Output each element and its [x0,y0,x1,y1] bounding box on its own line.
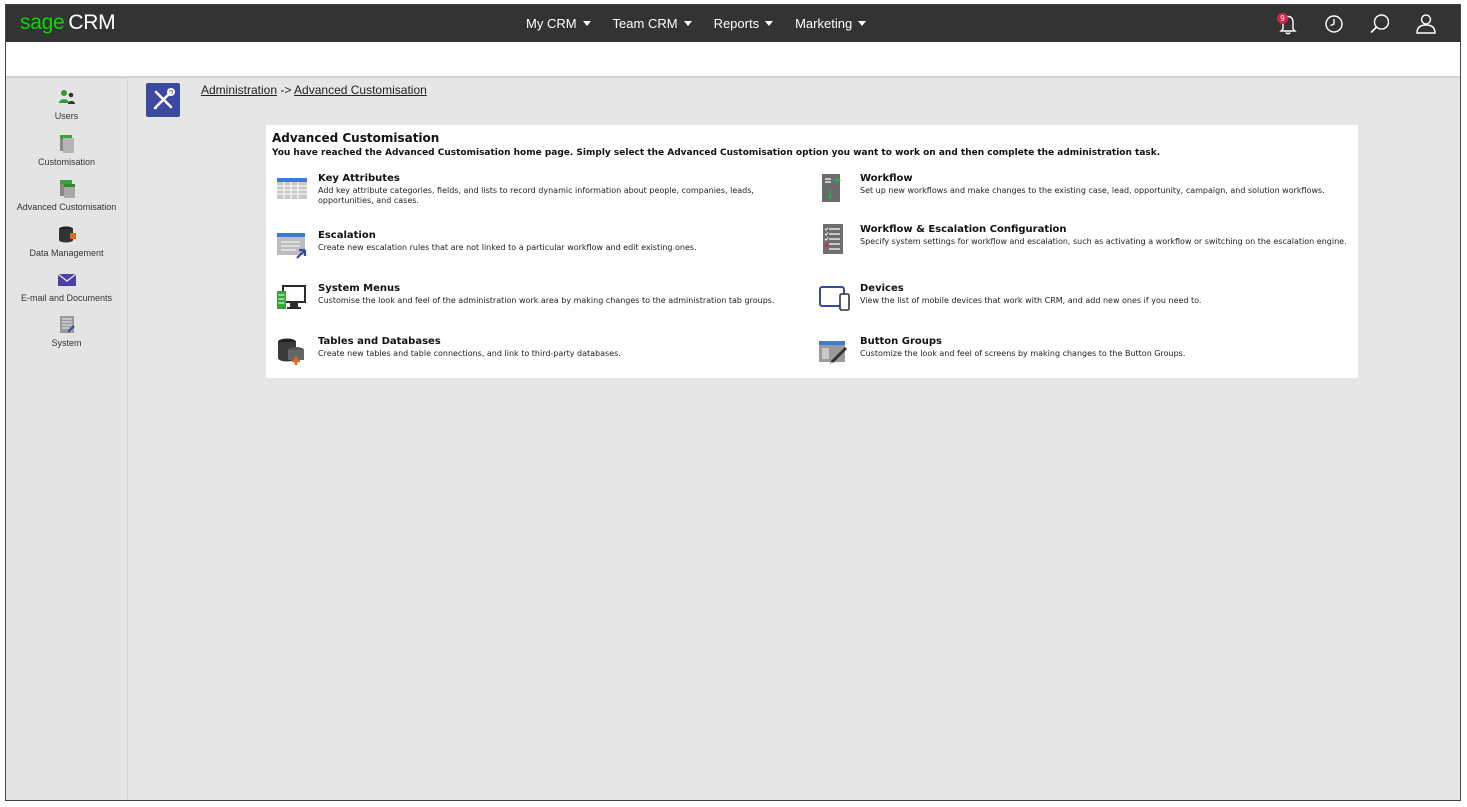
breadcrumb-administration-link[interactable]: Administration [201,83,277,97]
menu-label: Team CRM [612,16,678,31]
key-attributes-icon [277,178,307,199]
option-description: Specify system settings for workflow and… [860,237,1347,246]
top-nav-bar: sage CRM My CRM Team CRM Reports Marketin… [6,5,1460,42]
search-icon [1370,14,1390,34]
search-button[interactable] [1366,10,1394,38]
workflow-icon [822,174,842,202]
app-logo[interactable]: sage CRM [20,11,116,35]
logo-product: CRM [68,11,116,34]
menu-team-crm[interactable]: Team CRM [613,16,692,31]
sidebar-item-label: Advanced Customisation [16,202,117,212]
option-devices[interactable]: Devices View the list of mobile devices … [818,283,1358,319]
option-title: Workflow [860,173,913,184]
breadcrumb: Administration -> Advanced Customisation [201,83,427,97]
chevron-down-icon [683,21,692,26]
option-title: Devices [860,283,904,294]
sidebar-item-label: Customisation [37,157,96,167]
admin-sidebar: Users Customisation Advanced Customisati… [6,78,128,800]
menu-reports[interactable]: Reports [714,16,774,31]
system-icon [59,316,75,333]
sidebar-item-customisation[interactable]: Customisation [6,134,127,167]
option-description: Create new tables and table connections,… [318,349,621,358]
menu-label: My CRM [526,16,577,31]
sub-header-band [6,42,1460,78]
main-content: Administration -> Advanced Customisation… [128,78,1460,800]
panel-title: Advanced Customisation [272,131,440,145]
user-icon [1416,14,1436,34]
menu-label: Reports [713,16,760,31]
chevron-down-icon [765,21,774,26]
sidebar-item-data-management[interactable]: Data Management [6,225,127,258]
app-window: sage CRM My CRM Team CRM Reports Marketin… [5,4,1461,801]
notification-count-badge: 9 [1277,13,1288,24]
recent-button[interactable] [1320,10,1348,38]
sidebar-item-label: E-mail and Documents [20,293,113,303]
notifications-button[interactable]: 9 [1274,10,1302,38]
system-menus-icon [277,285,306,309]
sidebar-item-email-documents[interactable]: E-mail and Documents [6,270,127,303]
escalation-icon [277,233,307,259]
option-title: Workflow & Escalation Configuration [860,224,1067,235]
users-icon [58,90,75,104]
sidebar-item-advanced-customisation[interactable]: Advanced Customisation [6,179,127,212]
option-description: Customise the look and feel of the admin… [318,296,775,305]
option-description: Customize the look and feel of screens b… [860,349,1186,358]
tables-databases-icon [278,338,304,365]
chevron-down-icon [858,21,867,26]
option-description: Set up new workflows and make changes to… [860,186,1325,195]
option-escalation[interactable]: Escalation Create new escalation rules t… [276,230,786,266]
menu-my-crm[interactable]: My CRM [526,16,591,31]
option-system-menus[interactable]: System Menus Customise the look and feel… [276,283,806,319]
workflow-escalation-config-icon [823,224,843,254]
admin-tools-icon [146,83,180,117]
button-groups-icon [819,341,848,364]
option-key-attributes[interactable]: Key Attributes Add key attribute categor… [276,173,786,209]
menu-marketing[interactable]: Marketing [795,16,867,31]
customisation-icon [59,135,74,153]
data-management-icon [58,226,76,243]
logo-brand: sage [20,11,65,34]
option-title: Escalation [318,230,376,241]
option-description: Add key attribute categories, fields, an… [318,186,754,205]
sidebar-item-system[interactable]: System [6,315,127,348]
header-tools: 9 [1256,9,1440,39]
panel-subtitle: You have reached the Advanced Customisat… [272,148,1161,158]
option-description: View the list of mobile devices that wor… [860,296,1202,305]
option-title: Tables and Databases [318,336,441,347]
email-icon [57,273,76,286]
option-workflow-escalation-configuration[interactable]: Workflow & Escalation Configuration Spec… [818,224,1358,264]
main-menu: My CRM Team CRM Reports Marketing [526,5,888,42]
option-title: System Menus [318,283,401,294]
clock-icon [1325,15,1343,33]
menu-label: Marketing [795,16,853,31]
chevron-down-icon [582,21,591,26]
breadcrumb-current-link[interactable]: Advanced Customisation [294,83,427,97]
user-menu-button[interactable] [1412,10,1440,38]
option-description: Create new escalation rules that are not… [318,243,697,252]
option-button-groups[interactable]: Button Groups Customize the look and fee… [818,336,1358,372]
sidebar-item-label: Data Management [29,248,104,258]
sidebar-item-label: Users [54,111,79,121]
sidebar-item-label: System [51,338,82,348]
option-title: Button Groups [860,336,943,347]
option-workflow[interactable]: Workflow Set up new workflows and make c… [818,173,1358,209]
option-tables-databases[interactable]: Tables and Databases Create new tables a… [276,336,786,372]
option-title: Key Attributes [318,173,400,184]
advanced-customisation-panel: Advanced Customisation You have reached … [266,125,1358,378]
advanced-customisation-icon [59,180,75,198]
devices-icon [819,286,850,311]
sidebar-item-users[interactable]: Users [6,88,127,121]
breadcrumb-separator: -> [277,83,295,97]
